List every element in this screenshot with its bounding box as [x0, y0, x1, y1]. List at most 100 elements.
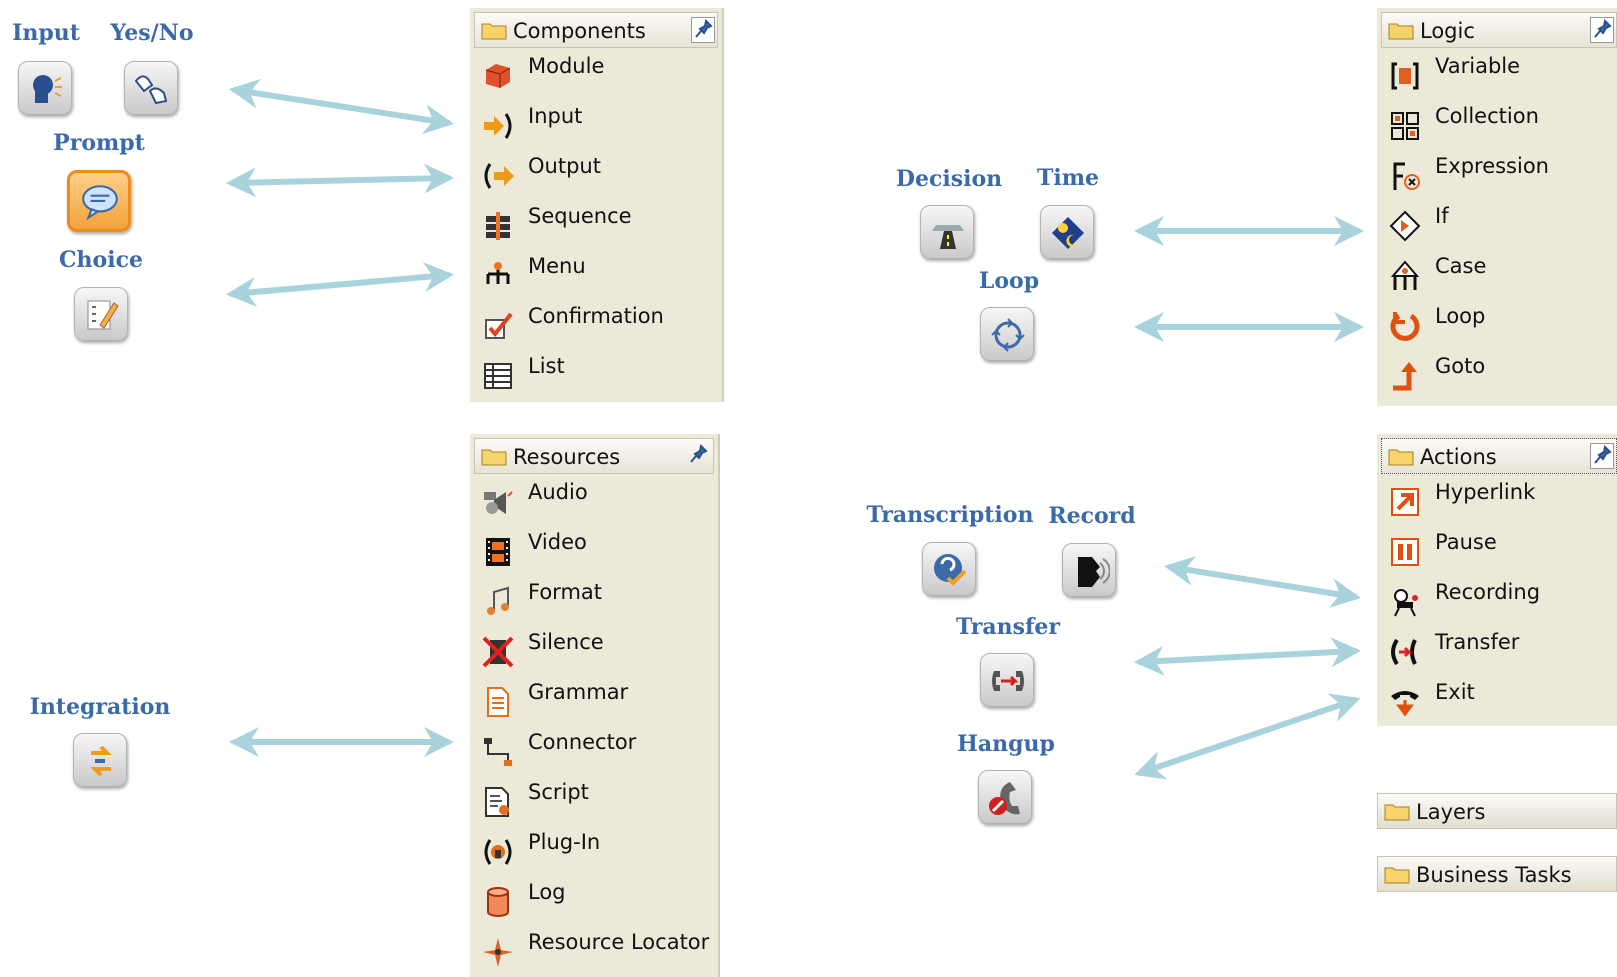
- logic-item-case[interactable]: Case: [1389, 254, 1613, 294]
- component-item-menu[interactable]: Menu: [482, 254, 718, 294]
- action-item-hyperlink[interactable]: Hyperlink: [1389, 480, 1613, 520]
- component-label: Menu: [528, 254, 586, 278]
- goto-arrow-icon: [1393, 362, 1417, 391]
- transfer-call-icon: [1391, 638, 1417, 666]
- pin-button[interactable]: [691, 17, 715, 43]
- logic-item-goto[interactable]: Goto: [1389, 354, 1613, 394]
- case-branch-icon: [1390, 260, 1420, 290]
- component-item-module[interactable]: Module: [482, 54, 718, 94]
- component-label: Sequence: [528, 204, 632, 228]
- component-item-sequence[interactable]: Sequence: [482, 204, 718, 244]
- resource-label: Audio: [528, 480, 588, 504]
- resource-item-video[interactable]: Video: [482, 530, 714, 570]
- resource-item-grammar[interactable]: Grammar: [482, 680, 714, 720]
- resource-item-format[interactable]: Format: [482, 580, 714, 620]
- input-node-button[interactable]: [18, 61, 72, 115]
- arrow-hangup-actions: [1134, 693, 1361, 780]
- speech-bubble-icon: [82, 185, 118, 221]
- plug-in-icon: [484, 839, 512, 865]
- resource-item-audio[interactable]: Audio: [482, 480, 714, 520]
- loop-circle-icon: [991, 318, 1025, 352]
- resource-item-connector[interactable]: Connector: [482, 730, 714, 770]
- decision-node-button[interactable]: [920, 205, 974, 259]
- component-item-confirmation[interactable]: Confirmation: [482, 304, 718, 344]
- resource-item-silence[interactable]: Silence: [482, 630, 714, 670]
- actions-title: Actions: [1420, 445, 1497, 469]
- document-icon: [487, 687, 509, 717]
- component-label: Input: [528, 104, 583, 128]
- logic-label: Goto: [1435, 354, 1486, 378]
- arrow-transfer-actions: [1134, 637, 1361, 676]
- actions-panel-header[interactable]: Actions: [1381, 438, 1617, 474]
- logic-title: Logic: [1420, 19, 1475, 43]
- speaking-head-icon: [33, 75, 62, 103]
- function-fx-icon: [1393, 162, 1420, 190]
- script-icon: [485, 787, 509, 817]
- silence-icon: [482, 636, 514, 668]
- resource-item-log[interactable]: Log: [482, 880, 714, 920]
- choice-node-button[interactable]: [74, 287, 128, 341]
- transcription-node-button[interactable]: [922, 542, 976, 596]
- forked-road-icon: [932, 225, 964, 249]
- logic-item-variable[interactable]: Variable: [1389, 54, 1613, 94]
- logic-label: Case: [1435, 254, 1487, 278]
- logic-panel-header[interactable]: Logic: [1381, 12, 1617, 48]
- logic-item-collection[interactable]: Collection: [1389, 104, 1613, 144]
- input-arrow-icon: [484, 113, 512, 139]
- transfer-node-button[interactable]: [980, 653, 1034, 707]
- resource-item-plugin[interactable]: Plug-In: [482, 830, 714, 870]
- action-item-exit[interactable]: Exit: [1389, 680, 1613, 720]
- component-label: Module: [528, 54, 605, 78]
- resource-label: Grammar: [528, 680, 629, 704]
- arrow-record-actions: [1164, 556, 1361, 608]
- cylinder-log-icon: [487, 887, 509, 917]
- arrow-input-components: [229, 78, 454, 135]
- pin-button[interactable]: [1590, 17, 1614, 43]
- record-node-button[interactable]: [1062, 543, 1116, 597]
- recorder-icon: [1394, 589, 1418, 617]
- transfer-label: Transfer: [955, 614, 1061, 640]
- folder-icon: [1384, 804, 1410, 821]
- component-item-input[interactable]: Input: [482, 104, 718, 144]
- hangup-node-button[interactable]: [978, 770, 1032, 824]
- action-item-pause[interactable]: Pause: [1389, 530, 1613, 570]
- logic-item-loop[interactable]: Loop: [1389, 304, 1613, 344]
- logic-label: Collection: [1435, 104, 1539, 128]
- record-label: Record: [1048, 503, 1136, 529]
- pin-button[interactable]: [1590, 443, 1614, 469]
- logic-label: If: [1435, 204, 1449, 228]
- components-title: Components: [513, 19, 646, 43]
- day-night-icon: [1052, 217, 1084, 249]
- action-item-transfer[interactable]: Transfer: [1389, 630, 1613, 670]
- actions-panel: Actions Hyperlink Pause Recording Transf…: [1377, 434, 1617, 726]
- pin-button[interactable]: [687, 443, 711, 469]
- component-item-list[interactable]: List: [482, 354, 718, 394]
- hangup-phone-icon: [989, 782, 1020, 815]
- time-node-button[interactable]: [1040, 205, 1094, 259]
- resource-label: Resource Locator: [528, 930, 710, 954]
- phone-transfer-icon: [992, 671, 1024, 691]
- layers-title: Layers: [1416, 800, 1486, 824]
- resource-item-resource-locator[interactable]: Resource Locator: [482, 930, 714, 970]
- resource-item-script[interactable]: Script: [482, 780, 714, 820]
- logic-item-expression[interactable]: Expression: [1389, 154, 1613, 194]
- prompt-node-button[interactable]: [67, 170, 131, 232]
- resource-label: Silence: [528, 630, 604, 654]
- component-item-output[interactable]: Output: [482, 154, 718, 194]
- business-tasks-bar[interactable]: Business Tasks: [1377, 856, 1617, 892]
- resources-panel-header[interactable]: Resources: [474, 438, 714, 474]
- yesno-node-button[interactable]: [124, 61, 178, 115]
- speech-check-icon: [934, 554, 967, 586]
- pause-icon: [1391, 538, 1419, 566]
- resource-label: Plug-In: [528, 830, 601, 854]
- component-label: List: [528, 354, 565, 378]
- action-item-recording[interactable]: Recording: [1389, 580, 1613, 620]
- loop-node-button[interactable]: [980, 307, 1034, 361]
- folder-icon: [481, 23, 507, 40]
- hyperlink-icon: [1391, 488, 1419, 516]
- layers-bar[interactable]: Layers: [1377, 793, 1617, 829]
- resources-title: Resources: [513, 445, 621, 469]
- integration-node-button[interactable]: [73, 733, 127, 787]
- logic-item-if[interactable]: If: [1389, 204, 1613, 244]
- components-panel-header[interactable]: Components: [474, 12, 718, 48]
